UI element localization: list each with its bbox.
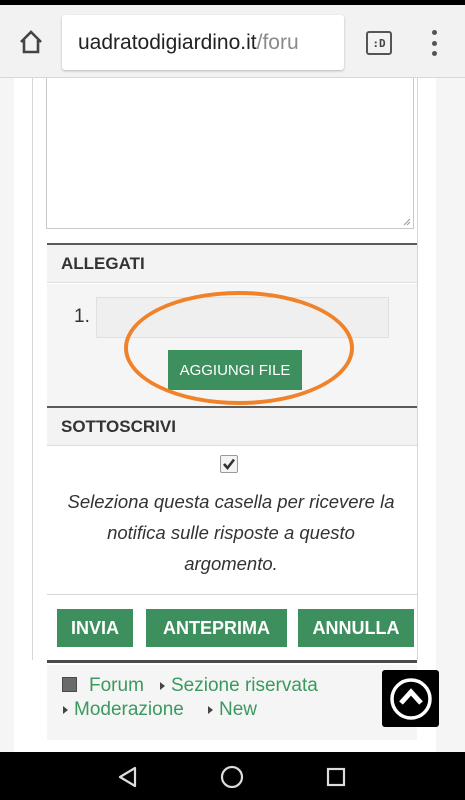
system-nav-bar <box>0 752 465 800</box>
breadcrumb-item-forum[interactable]: Forum <box>89 675 144 697</box>
nav-back-button[interactable] <box>113 762 143 792</box>
message-textarea[interactable] <box>46 78 414 229</box>
breadcrumb-item-sezione-riservata[interactable]: Sezione riservata <box>160 675 318 697</box>
nav-recents-button[interactable] <box>321 762 351 792</box>
breadcrumb-arrow-icon <box>160 681 165 690</box>
breadcrumb-item-new[interactable]: New <box>208 699 257 721</box>
home-icon <box>20 30 42 54</box>
submit-button[interactable]: INVIA <box>57 609 133 647</box>
browser-toolbar: uadratodigiardino.it/foru :D <box>0 5 465 78</box>
attachments-header: ALLEGATI <box>47 243 417 283</box>
subscribe-header: SOTTOSCRIVI <box>47 406 417 446</box>
attachment-slot-number: 1. <box>74 306 90 327</box>
tab-switcher-button[interactable]: :D <box>366 31 392 55</box>
checkmark-icon <box>223 458 236 471</box>
resize-handle-icon[interactable] <box>403 218 411 226</box>
scroll-to-top-button[interactable] <box>382 670 439 727</box>
subscribe-checkbox[interactable] <box>220 455 238 473</box>
nav-home-button[interactable] <box>217 762 247 792</box>
arrow-up-circle-icon <box>389 677 432 720</box>
subscribe-description: Seleziona questa casella per ricevere la… <box>67 491 395 574</box>
actions-divider <box>47 594 417 595</box>
highlight-annotation <box>124 291 354 405</box>
url-path: /foru <box>256 30 299 54</box>
page-viewport: ALLEGATI 1. AGGIUNGI FILE SOTTOSCRIVI Se… <box>0 78 465 752</box>
more-vert-icon[interactable] <box>423 27 445 59</box>
breadcrumb-arrow-icon <box>63 705 68 714</box>
circle-home-icon <box>220 765 244 789</box>
square-recents-icon <box>326 767 346 787</box>
form-bottom-divider <box>47 660 417 663</box>
home-button[interactable] <box>14 25 48 59</box>
cancel-button[interactable]: ANNULLA <box>298 609 414 647</box>
preview-button[interactable]: ANTEPRIMA <box>146 609 287 647</box>
breadcrumb-item-moderazione[interactable]: Moderazione <box>63 699 184 721</box>
url-host: uadratodigiardino.it <box>78 30 257 54</box>
triangle-back-icon <box>118 766 137 788</box>
forum-square-icon <box>62 677 77 692</box>
address-bar[interactable]: uadratodigiardino.it/foru <box>62 15 344 70</box>
breadcrumb-arrow-icon <box>208 705 213 714</box>
